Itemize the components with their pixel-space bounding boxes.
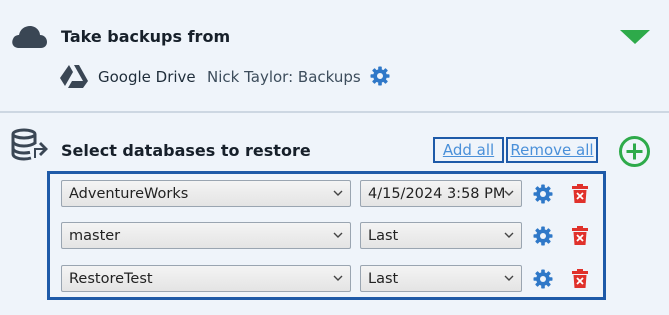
database-select-value: RestoreTest [69, 270, 153, 287]
database-select[interactable]: master [61, 222, 351, 249]
chevron-down-icon [333, 190, 343, 196]
database-select-value: master [69, 227, 121, 244]
restore-point-select[interactable]: 4/15/2024 3:58 PM [360, 180, 522, 207]
add-circle-icon[interactable] [618, 135, 651, 168]
gear-icon[interactable] [533, 184, 553, 204]
trash-icon[interactable] [572, 184, 588, 203]
chevron-down-icon [333, 232, 343, 238]
trash-icon[interactable] [572, 269, 588, 288]
database-select-value: AdventureWorks [69, 185, 189, 202]
chevron-down-icon [504, 190, 514, 196]
account-name: Nick Taylor: Backups [207, 68, 361, 86]
section-divider [0, 111, 669, 113]
restore-point-select[interactable]: Last [360, 265, 522, 292]
database-select[interactable]: RestoreTest [61, 265, 351, 292]
chevron-down-icon [333, 275, 343, 281]
database-select[interactable]: AdventureWorks [61, 180, 351, 207]
restore-point-value: Last [368, 270, 399, 287]
chevron-down-icon [504, 232, 514, 238]
add-all-button[interactable]: Add all [433, 137, 504, 163]
restore-point-value: 4/15/2024 3:58 PM [368, 185, 506, 202]
collapse-triangle-icon[interactable] [619, 28, 651, 46]
provider-name: Google Drive [98, 68, 196, 86]
gear-icon[interactable] [533, 226, 553, 246]
gear-icon[interactable] [533, 269, 553, 289]
cloud-icon [12, 26, 47, 48]
google-drive-icon [60, 65, 88, 88]
restore-point-value: Last [368, 227, 399, 244]
trash-icon[interactable] [572, 226, 588, 245]
gear-icon[interactable] [370, 66, 390, 86]
chevron-down-icon [504, 275, 514, 281]
source-section-title: Take backups from [61, 27, 231, 46]
database-restore-icon [11, 128, 48, 161]
restore-point-select[interactable]: Last [360, 222, 522, 249]
remove-all-button[interactable]: Remove all [506, 137, 598, 163]
restore-section-title: Select databases to restore [61, 141, 311, 160]
